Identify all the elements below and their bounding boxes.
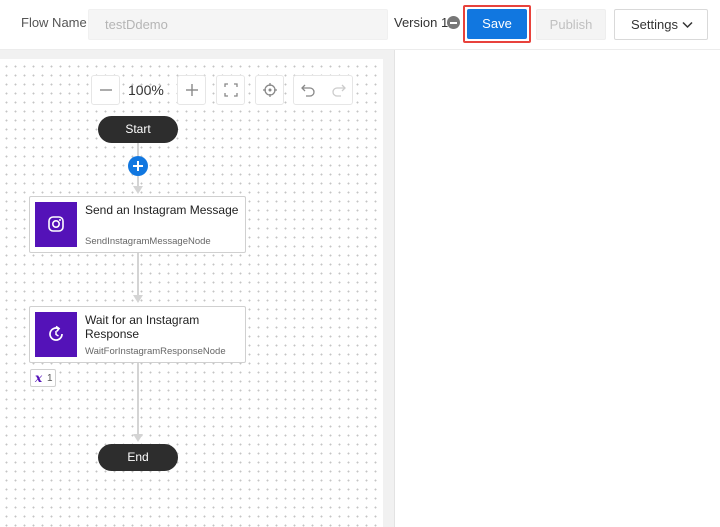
undo-icon[interactable] (301, 83, 315, 97)
connector-line (137, 253, 139, 295)
history-controls (293, 75, 353, 105)
chevron-down-icon (682, 21, 693, 29)
connector-arrow (133, 434, 143, 442)
save-button[interactable]: Save (467, 9, 527, 39)
redo-icon[interactable] (332, 83, 346, 97)
instagram-icon (48, 216, 64, 232)
flow-name-label: Flow Name (21, 15, 87, 30)
node-title: Wait for an Instagram Response (85, 313, 200, 341)
version-label: Version 1 (394, 15, 449, 30)
fit-screen-button[interactable] (216, 75, 245, 105)
node-subtitle: SendInstagramMessageNode (85, 236, 211, 247)
fit-screen-icon (224, 83, 238, 97)
settings-button[interactable]: Settings (614, 9, 708, 40)
connector-line (137, 176, 139, 186)
center-button[interactable] (255, 75, 284, 105)
connector-arrow (133, 295, 143, 303)
zoom-out-button[interactable] (91, 75, 120, 105)
connector-line (137, 143, 139, 156)
connector-arrow (133, 186, 143, 194)
add-step-button[interactable] (128, 156, 148, 176)
start-node[interactable]: Start (98, 116, 178, 143)
flow-name-input[interactable]: testDdemo (88, 9, 388, 40)
end-node[interactable]: End (98, 444, 178, 471)
plus-icon (186, 84, 198, 96)
flow-canvas[interactable] (0, 59, 383, 527)
minus-icon (100, 89, 112, 91)
node-send-instagram-message[interactable]: Send an Instagram Message SendInstagramM… (29, 196, 246, 253)
variable-icon: x (35, 371, 43, 385)
crosshair-icon (263, 83, 277, 97)
node-title: Send an Instagram Message (85, 203, 239, 217)
node-icon-box (35, 312, 77, 357)
zoom-in-button[interactable] (177, 75, 206, 105)
top-header: Flow Name testDdemo Version 1 Save Publi… (0, 0, 720, 50)
settings-label: Settings (631, 17, 678, 32)
variable-count: 1 (47, 373, 53, 384)
node-icon-box (35, 202, 77, 247)
zoom-level: 100% (128, 82, 164, 98)
variable-badge[interactable]: x 1 (30, 369, 56, 387)
wait-refresh-icon (49, 325, 63, 341)
publish-button[interactable]: Publish (536, 9, 606, 40)
version-remove-icon[interactable] (447, 16, 460, 29)
connector-line (137, 363, 139, 434)
node-subtitle: WaitForInstagramResponseNode (85, 346, 226, 357)
properties-panel (395, 50, 720, 527)
node-wait-instagram-response[interactable]: Wait for an Instagram Response WaitForIn… (29, 306, 246, 363)
